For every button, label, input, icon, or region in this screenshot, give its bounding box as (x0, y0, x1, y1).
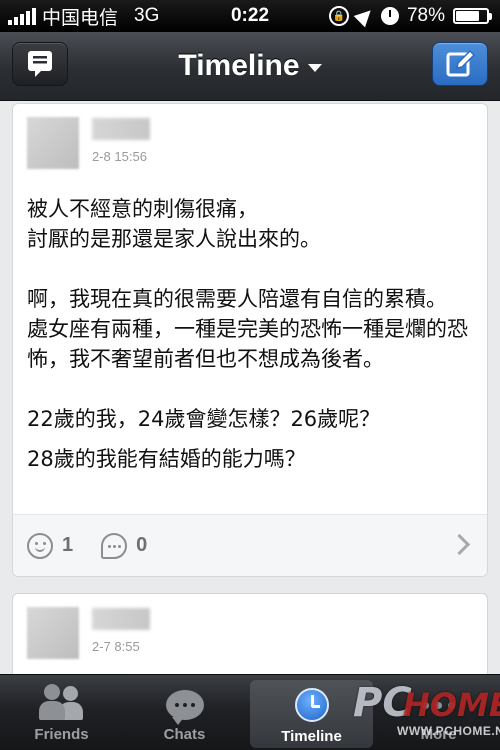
post-line: 討厭的是那還是家人說出來的。 (27, 227, 321, 251)
post-timestamp: 2-8 15:56 (92, 149, 147, 164)
compose-button[interactable] (432, 42, 488, 86)
tab-label: Chats (163, 726, 206, 743)
battery-percent: 78% (406, 5, 445, 26)
alarm-icon (380, 7, 399, 25)
like-count: 1 (62, 534, 74, 556)
avatar[interactable] (27, 117, 79, 169)
tab-chats[interactable]: Chats (123, 675, 246, 750)
chats-icon (165, 690, 204, 725)
rotation-lock-icon: 🔒 (328, 6, 349, 26)
caret-down-icon (307, 64, 322, 72)
compose-icon (446, 49, 475, 77)
friends-icon (38, 684, 85, 720)
like-button[interactable]: 1 (27, 532, 74, 559)
location-arrow-icon (353, 4, 377, 28)
comment-count: 0 (136, 534, 148, 556)
tab-label: Friends (34, 726, 89, 743)
timeline-icon (294, 688, 329, 722)
author-name[interactable] (92, 118, 150, 140)
tab-bar: Friends Chats Timeline More (0, 674, 500, 750)
timeline-post[interactable]: 2-7 8:55 (12, 593, 488, 674)
status-icons: 🔒 78% (328, 4, 492, 28)
author-name[interactable] (92, 608, 150, 630)
comment-icon (101, 532, 128, 559)
tab-more[interactable]: More (377, 675, 500, 750)
screen: 中国电信 3G 0:22 🔒 78% Timeline 2-8 15:56 被人… (0, 0, 500, 750)
page-title: Timeline (178, 49, 300, 82)
post-line: 被人不經意的刺傷很痛， (27, 197, 258, 221)
comment-button[interactable]: 0 (101, 532, 148, 559)
post-line: 28歲的我能有結婚的能力嗎？ (27, 447, 306, 471)
tab-timeline[interactable]: Timeline (250, 680, 373, 748)
navigation-bar: Timeline (0, 32, 500, 101)
network-type: 3G (134, 5, 160, 26)
carrier-name: 中国电信 (42, 7, 119, 29)
more-icon (420, 690, 458, 720)
chevron-right-icon[interactable] (448, 533, 471, 556)
post-timestamp: 2-7 8:55 (92, 639, 140, 654)
post-body: 被人不經意的刺傷很痛， 討厭的是那還是家人說出來的。 啊，我現在真的很需要人陪還… (27, 194, 473, 474)
battery-icon (453, 8, 492, 24)
timeline-post[interactable]: 2-8 15:56 被人不經意的刺傷很痛， 討厭的是那還是家人說出來的。 啊，我… (12, 103, 488, 577)
post-line: 處女座有兩種，一種是完美的恐怖一種是爛的恐怖，我不奢望前者但也不想成為後者。 (27, 317, 468, 371)
avatar[interactable] (27, 607, 79, 659)
battery-fill (456, 11, 480, 21)
timeline-dropdown[interactable]: Timeline (0, 32, 500, 100)
post-footer: 1 0 (13, 514, 487, 576)
signal-strength-icon (8, 7, 36, 25)
smile-icon (27, 532, 53, 559)
tab-label: Timeline (281, 728, 342, 745)
tab-label: More (420, 726, 457, 743)
post-line: 22歲的我，24歲會變怎樣？26歲呢？ (27, 407, 381, 431)
timeline-feed[interactable]: 2-8 15:56 被人不經意的刺傷很痛， 討厭的是那還是家人說出來的。 啊，我… (0, 101, 500, 674)
tab-friends[interactable]: Friends (0, 675, 123, 750)
status-bar: 中国电信 3G 0:22 🔒 78% (0, 0, 500, 32)
post-line: 啊，我現在真的很需要人陪還有自信的累積。 (27, 287, 447, 311)
